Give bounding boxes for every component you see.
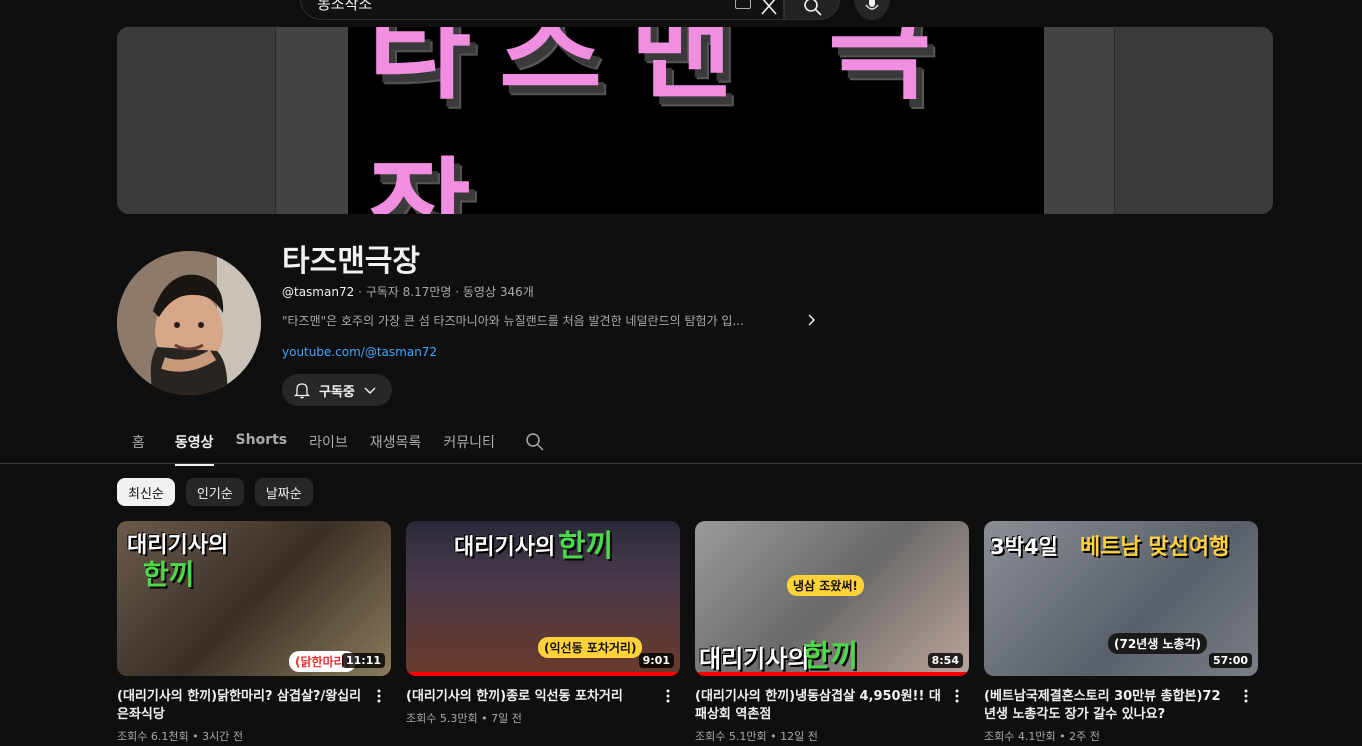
thumbnail-accent: 한끼 — [143, 558, 195, 591]
close-icon[interactable] — [759, 0, 779, 15]
subscribe-label: 구독중 — [319, 384, 355, 400]
video-card[interactable]: 대리기사의 한끼 (닭한마리) 11:11 (대리기사의 한끼)닭한마리? 삼겹… — [117, 521, 391, 744]
chip-popular[interactable]: 인기순 — [185, 478, 244, 506]
more-options-icon[interactable] — [660, 688, 676, 704]
channel-description[interactable]: "타즈맨"은 호주의 가장 큰 섬 타즈마니아와 뉴질랜드를 처음 발견한 네덜… — [282, 312, 802, 329]
subscribed-button[interactable]: 구독중 — [282, 374, 392, 406]
channel-tabs: 홈 동영상 Shorts 라이브 재생목록 커뮤니티 — [117, 426, 545, 466]
watched-progress-bar — [406, 672, 680, 676]
thumbnail-subcaption: 냉삼 조왔써! — [787, 575, 864, 596]
video-meta: 조회수 6.1천회 • 3시간 전 — [117, 728, 391, 744]
view-count: 조회수 6.1천회 — [117, 730, 189, 743]
search-icon — [804, 0, 822, 16]
thumbnail-caption: 대리기사의 — [454, 535, 556, 560]
video-title[interactable]: (대리기사의 한끼)닭한마리? 삼겹살?/왕십리 은좌식당 — [117, 688, 391, 724]
video-title[interactable]: (대리기사의 한끼)종로 익선동 포차거리 — [406, 688, 680, 706]
thumbnail-accent: 베트남 맞선여행 — [1080, 535, 1230, 560]
banner-image: 타즈맨 극장 — [348, 27, 1044, 214]
search-icon — [526, 433, 544, 451]
sort-chips: 최신순 인기순 날짜순 — [117, 478, 313, 506]
video-duration: 57:00 — [1208, 653, 1252, 668]
banner-side-panel — [117, 27, 276, 214]
watched-progress-bar — [695, 672, 969, 676]
tab-videos[interactable]: 동영상 — [174, 426, 214, 466]
video-meta: 조회수 4.1만회 • 2주 전 — [984, 728, 1258, 744]
video-grid: 대리기사의 한끼 (닭한마리) 11:11 (대리기사의 한끼)닭한마리? 삼겹… — [117, 521, 1258, 744]
channel-link[interactable]: youtube.com/@tasman72 — [282, 345, 437, 359]
video-card[interactable]: 3박4일 베트남 맞선여행 (72년생 노총각) 57:00 (베트남국제결혼스… — [984, 521, 1258, 744]
search-input[interactable]: 농소작소 — [317, 0, 372, 14]
upload-age: • 7일 전 — [481, 712, 522, 725]
more-options-icon[interactable] — [1238, 688, 1254, 704]
video-card[interactable]: 대리기사의 한끼 (익선동 포차거리) 9:01 (대리기사의 한끼)종로 익선… — [406, 521, 680, 744]
chevron-down-icon — [364, 387, 376, 394]
upload-age: • 2주 전 — [1059, 730, 1100, 743]
chevron-right-icon[interactable] — [803, 312, 819, 328]
chip-oldest[interactable]: 날짜순 — [254, 478, 313, 506]
channel-page: 농소작소 타즈맨 극장 타즈맨극장 @tasman72 · 구독자 8.17만명… — [0, 0, 1362, 746]
channel-meta: @tasman72 · 구독자 8.17만명 · 동영상 346개 — [282, 283, 534, 300]
banner-side-panel — [1044, 27, 1114, 214]
banner-side-panel — [276, 27, 348, 214]
video-count: · 동영상 346개 — [455, 285, 534, 299]
view-count: 조회수 4.1만회 — [984, 730, 1056, 743]
video-title[interactable]: (베트남국제결혼스토리 30만뷰 총합본)72년생 노총각도 장가 갈수 있나요… — [984, 688, 1258, 724]
search-button[interactable] — [784, 0, 840, 20]
channel-search-button[interactable] — [525, 426, 545, 456]
tab-playlists[interactable]: 재생목록 — [370, 426, 422, 466]
thumbnail-accent: 한끼 — [803, 639, 859, 674]
more-options-icon[interactable] — [371, 688, 387, 704]
video-duration: 8:54 — [927, 653, 963, 668]
tab-shorts[interactable]: Shorts — [236, 426, 288, 462]
video-meta: 조회수 5.3만회 • 7일 전 — [406, 710, 680, 726]
tab-community[interactable]: 커뮤니티 — [443, 426, 495, 466]
thumbnail-caption: 대리기사의 — [699, 645, 810, 673]
video-title[interactable]: (대리기사의 한끼)냉동삼겹살 4,950원!! 대패상회 역촌점 — [695, 688, 969, 724]
more-options-icon[interactable] — [949, 688, 965, 704]
bell-icon — [293, 383, 311, 399]
view-count: 조회수 5.1만회 — [695, 730, 767, 743]
banner-side-panel — [1114, 27, 1273, 214]
video-duration: 11:11 — [341, 653, 385, 668]
channel-name: 타즈맨극장 — [282, 244, 420, 279]
upload-age: • 3시간 전 — [192, 730, 243, 743]
tabs-divider — [0, 463, 1362, 464]
search-bar[interactable]: 농소작소 — [300, 0, 784, 20]
thumbnail-subcaption: (익선동 포차거리) — [538, 637, 643, 658]
subscriber-count: · 구독자 8.17만명 — [358, 285, 452, 299]
voice-search-button[interactable] — [854, 0, 890, 20]
keyboard-icon[interactable] — [735, 0, 751, 9]
video-thumbnail[interactable]: 대리기사의 한끼 (익선동 포차거리) 9:01 — [406, 521, 680, 676]
banner-title: 타즈맨 극장 — [368, 27, 960, 214]
chip-latest[interactable]: 최신순 — [117, 478, 175, 506]
channel-handle: @tasman72 — [282, 285, 355, 299]
video-meta: 조회수 5.1만회 • 12일 전 — [695, 728, 969, 744]
tab-home[interactable]: 홈 — [132, 426, 145, 466]
thumbnail-accent: 한끼 — [558, 529, 614, 564]
video-thumbnail[interactable]: 3박4일 베트남 맞선여행 (72년생 노총각) 57:00 — [984, 521, 1258, 676]
thumbnail-subcaption: (72년생 노총각) — [1108, 633, 1208, 654]
video-duration: 9:01 — [638, 653, 674, 668]
video-thumbnail[interactable]: 냉삼 조왔써! 대리기사의 한끼 8:54 — [695, 521, 969, 676]
upload-age: • 12일 전 — [770, 730, 818, 743]
thumbnail-caption: 3박4일 — [990, 535, 1058, 559]
video-card[interactable]: 냉삼 조왔써! 대리기사의 한끼 8:54 (대리기사의 한끼)냉동삼겹살 4,… — [695, 521, 969, 744]
avatar-portrait — [117, 251, 261, 395]
tab-live[interactable]: 라이브 — [309, 426, 348, 466]
microphone-icon — [865, 0, 879, 10]
view-count: 조회수 5.3만회 — [406, 712, 478, 725]
video-thumbnail[interactable]: 대리기사의 한끼 (닭한마리) 11:11 — [117, 521, 391, 676]
channel-banner: 타즈맨 극장 — [117, 27, 1273, 214]
channel-avatar — [117, 251, 261, 395]
